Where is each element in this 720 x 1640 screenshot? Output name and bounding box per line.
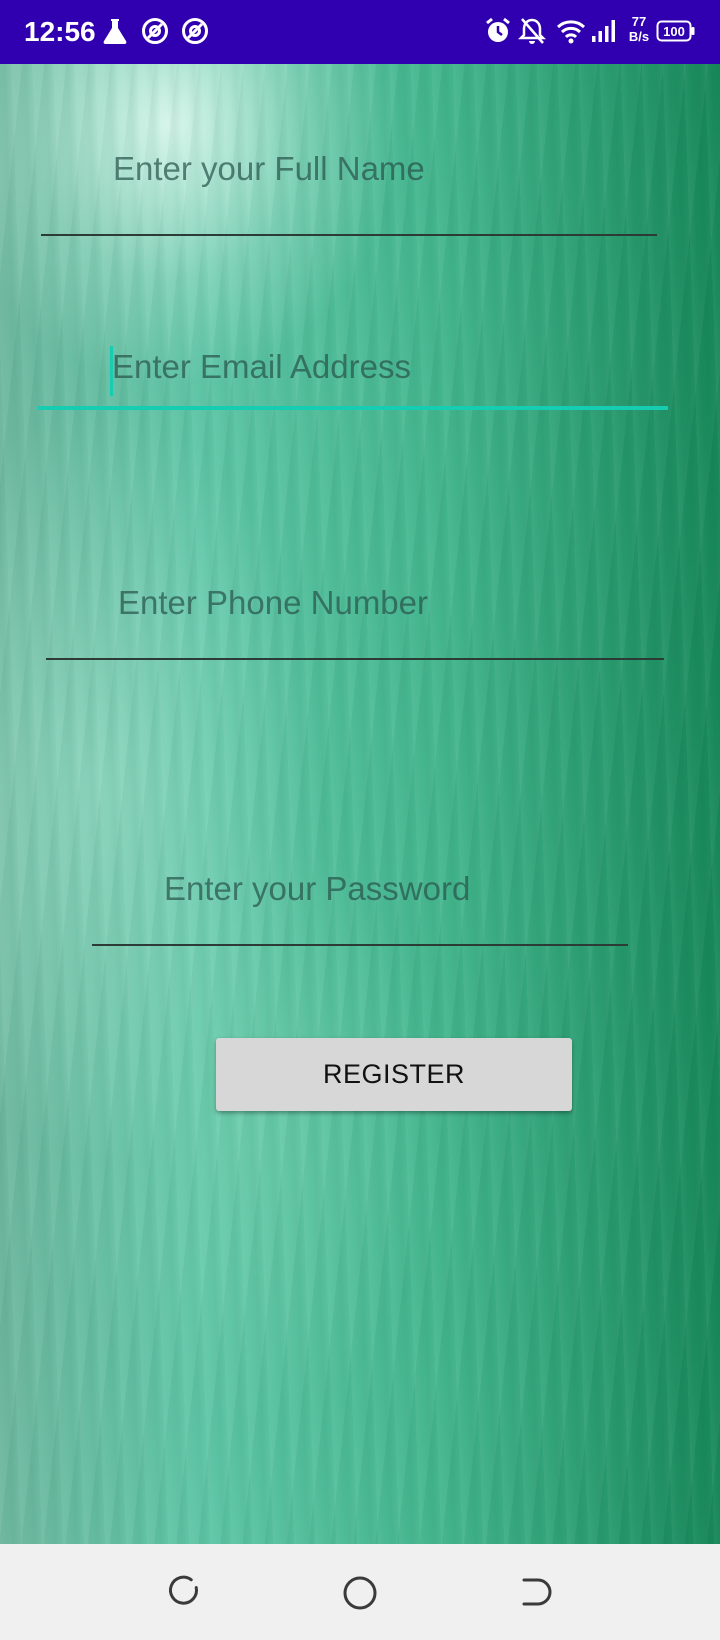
full-name-underline — [41, 234, 657, 236]
battery-icon: 100 — [656, 20, 696, 47]
at-sign-icon — [140, 16, 170, 51]
home-icon[interactable] — [341, 1574, 379, 1617]
password-placeholder: Enter your Password — [164, 870, 471, 907]
network-speed-unit: B/s — [628, 29, 650, 44]
flask-icon — [100, 16, 130, 51]
full-name-field[interactable]: Enter your Full Name — [41, 150, 657, 240]
register-screen: Enter your Full Name Enter Email Address… — [0, 64, 720, 1544]
network-speed-value: 77 — [631, 14, 647, 29]
recent-apps-icon[interactable] — [166, 1574, 202, 1615]
email-underline — [38, 406, 668, 410]
background-texture — [0, 64, 720, 1544]
signal-icon — [590, 16, 618, 51]
wifi-icon — [556, 16, 586, 51]
alarm-icon — [484, 16, 512, 51]
password-underline — [92, 944, 628, 946]
phone-field[interactable]: Enter Phone Number — [46, 584, 664, 674]
status-bar: 12:56 77 B/s 100 — [0, 0, 720, 64]
back-icon[interactable] — [518, 1574, 554, 1615]
network-speed: 77 B/s — [624, 14, 654, 44]
email-field[interactable]: Enter Email Address — [38, 346, 668, 436]
full-name-placeholder: Enter your Full Name — [113, 150, 425, 187]
phone-underline — [46, 658, 664, 660]
battery-level: 100 — [663, 24, 685, 39]
phone-placeholder: Enter Phone Number — [118, 584, 429, 621]
navigation-bar — [0, 1544, 720, 1640]
status-time: 12:56 — [24, 16, 96, 47]
at-sign-icon — [180, 16, 210, 51]
register-button[interactable]: REGISTER — [216, 1038, 572, 1111]
email-placeholder: Enter Email Address — [112, 348, 411, 385]
bell-off-icon — [517, 16, 547, 51]
password-field[interactable]: Enter your Password — [92, 870, 628, 960]
